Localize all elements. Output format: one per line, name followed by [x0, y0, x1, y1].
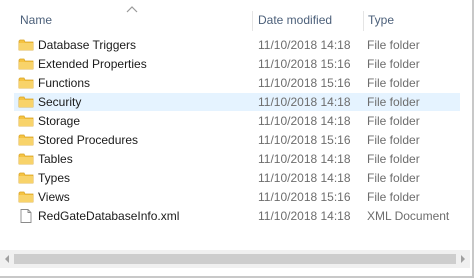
folder-icon — [18, 58, 34, 70]
scroll-left-arrow-icon[interactable] — [0, 250, 14, 268]
file-name: Tables — [38, 152, 73, 166]
file-row[interactable]: Security 11/10/2018 14:18 File folder — [14, 93, 460, 111]
file-date-modified: 11/10/2018 14:18 — [258, 95, 351, 109]
file-row[interactable]: Storage 11/10/2018 14:18 File folder — [14, 112, 460, 130]
file-date-modified: 11/10/2018 15:16 — [258, 57, 351, 71]
file-name: Stored Procedures — [38, 133, 139, 147]
folder-icon — [18, 153, 34, 165]
folder-icon — [18, 39, 34, 51]
column-header-row: Name Date modified Type — [0, 9, 456, 31]
column-header-date-modified[interactable]: Date modified — [258, 9, 332, 31]
file-date-modified: 11/10/2018 15:16 — [258, 190, 351, 204]
file-list-window: Name Date modified Type Database Trigger… — [0, 0, 474, 278]
file-type: File folder — [367, 190, 420, 204]
horizontal-scrollbar[interactable] — [0, 250, 470, 268]
file-name: Storage — [38, 114, 81, 128]
file-date-modified: 11/10/2018 14:18 — [258, 171, 351, 185]
folder-icon — [18, 115, 34, 127]
column-header-name[interactable]: Name — [20, 9, 52, 31]
scrollbar-thumb[interactable] — [14, 254, 456, 264]
file-name: Security — [38, 95, 82, 109]
file-row[interactable]: Types 11/10/2018 14:18 File folder — [14, 169, 460, 187]
folder-icon — [18, 172, 34, 184]
file-type: File folder — [367, 76, 420, 90]
file-type: XML Document — [367, 209, 450, 223]
folder-icon — [18, 191, 34, 203]
scroll-right-arrow-icon[interactable] — [456, 250, 470, 268]
file-row[interactable]: Tables 11/10/2018 14:18 File folder — [14, 150, 460, 168]
file-type: File folder — [367, 133, 420, 147]
file-row[interactable]: Stored Procedures 11/10/2018 15:16 File fo… — [14, 131, 460, 149]
file-name: Database Triggers — [38, 38, 137, 52]
column-divider[interactable] — [363, 11, 364, 31]
file-row[interactable]: Views 11/10/2018 15:16 File folder — [14, 188, 460, 206]
file-type: File folder — [367, 114, 420, 128]
file-type: File folder — [367, 57, 420, 71]
file-row[interactable]: Functions 11/10/2018 15:16 File folder — [14, 74, 460, 92]
file-type: File folder — [367, 171, 420, 185]
file-date-modified: 11/10/2018 15:16 — [258, 133, 351, 147]
file-name: Types — [38, 171, 71, 185]
file-name: Views — [38, 190, 70, 204]
file-row[interactable]: RedGateDatabaseInfo.xml 11/10/2018 14:18 X… — [14, 207, 460, 225]
file-name: RedGateDatabaseInfo.xml — [38, 209, 180, 223]
file-date-modified: 11/10/2018 14:18 — [258, 38, 351, 52]
file-name: Extended Properties — [38, 57, 147, 71]
folder-icon — [18, 96, 34, 108]
file-row[interactable]: Database Triggers 11/10/2018 14:18 File fo… — [14, 36, 460, 54]
column-divider[interactable] — [252, 11, 253, 31]
folder-icon — [18, 134, 34, 146]
file-type: File folder — [367, 38, 420, 52]
file-date-modified: 11/10/2018 15:16 — [258, 76, 351, 90]
xml-file-icon — [20, 209, 32, 223]
file-type: File folder — [367, 152, 420, 166]
file-row[interactable]: Extended Properties 11/10/2018 15:16 File … — [14, 55, 460, 73]
folder-icon — [18, 77, 34, 89]
column-header-type[interactable]: Type — [368, 9, 394, 31]
file-name: Functions — [38, 76, 91, 90]
file-date-modified: 11/10/2018 14:18 — [258, 114, 351, 128]
file-date-modified: 11/10/2018 14:18 — [258, 209, 351, 223]
file-type: File folder — [367, 95, 420, 109]
file-date-modified: 11/10/2018 14:18 — [258, 152, 351, 166]
